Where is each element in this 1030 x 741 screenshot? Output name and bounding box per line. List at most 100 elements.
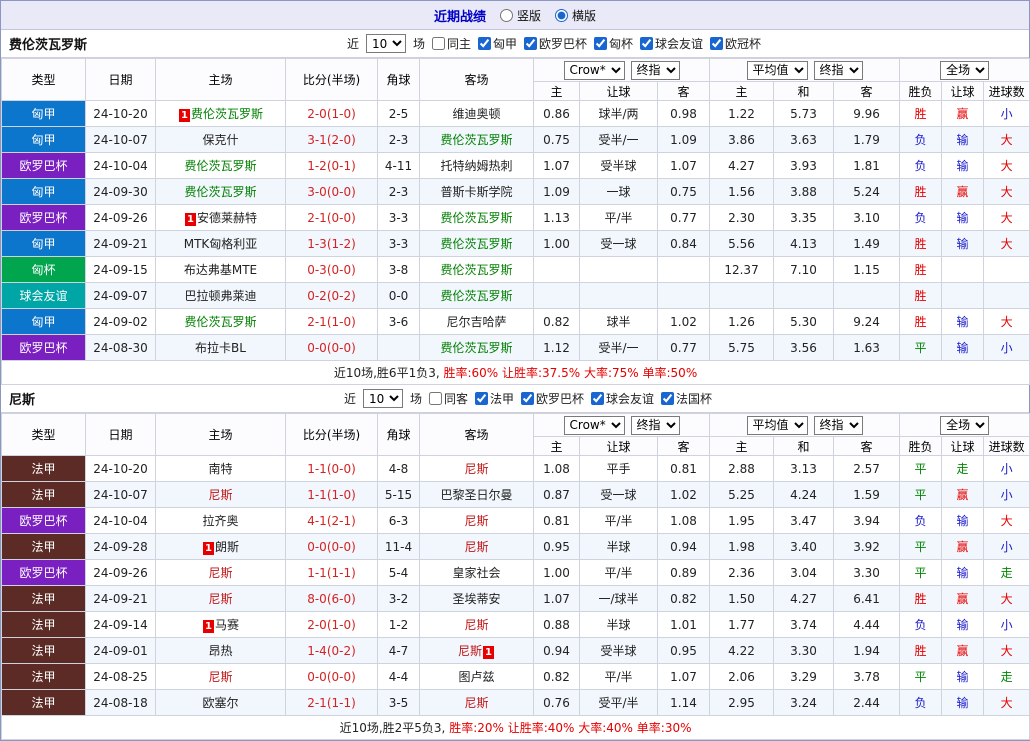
team-cell[interactable]: 尼斯: [155, 585, 286, 612]
team-cell[interactable]: 保克什: [155, 126, 286, 153]
league-filter-checkbox[interactable]: [524, 37, 537, 50]
league-filter-checkbox[interactable]: [591, 392, 605, 405]
team-cell[interactable]: 皇家社会: [419, 559, 534, 586]
league-filter[interactable]: 欧冠杯: [710, 35, 761, 52]
team-link[interactable]: MTK匈格利亚: [184, 237, 258, 251]
team-cell[interactable]: 欧塞尔: [155, 689, 286, 716]
team-cell[interactable]: 1 马赛: [155, 611, 286, 638]
team-link[interactable]: 尼斯: [458, 644, 482, 658]
team-cell[interactable]: 费伦茨瓦罗斯: [419, 126, 534, 153]
team-link[interactable]: 尼斯: [208, 488, 232, 502]
team-cell[interactable]: 昂热: [155, 637, 286, 664]
league-filter-checkbox[interactable]: [661, 392, 675, 405]
team-link[interactable]: 费伦茨瓦罗斯: [184, 159, 256, 173]
team-link[interactable]: 布拉卡BL: [195, 341, 246, 355]
league-filter-checkbox[interactable]: [477, 37, 491, 50]
team-link[interactable]: 尼斯: [464, 462, 488, 476]
league-filter[interactable]: 匈甲: [477, 35, 517, 52]
scope-select[interactable]: 全场: [940, 415, 990, 435]
league-filter-checkbox[interactable]: [475, 392, 488, 405]
team-cell[interactable]: 费伦茨瓦罗斯: [155, 152, 286, 179]
league-filter[interactable]: 欧罗巴杯: [524, 35, 587, 52]
team-link[interactable]: 皇家社会: [452, 566, 500, 580]
team-cell[interactable]: 尼斯: [155, 481, 286, 508]
team-cell[interactable]: 维迪奥顿: [419, 100, 534, 127]
team-cell[interactable]: 南特: [155, 455, 286, 482]
team-cell[interactable]: 费伦茨瓦罗斯: [419, 230, 534, 257]
league-filter-checkbox[interactable]: [594, 37, 608, 50]
layout-horizontal-radio-input[interactable]: [555, 8, 568, 22]
team-cell[interactable]: 费伦茨瓦罗斯: [419, 282, 534, 309]
team-link[interactable]: 安德莱赫特: [197, 211, 257, 225]
team-link[interactable]: 马赛: [215, 618, 239, 632]
odds-company-select[interactable]: Crow*: [563, 60, 625, 80]
team-link[interactable]: 南特: [208, 462, 232, 476]
team-link[interactable]: 费伦茨瓦罗斯: [191, 107, 263, 121]
league-filter-checkbox[interactable]: [640, 37, 654, 50]
league-filter[interactable]: 法甲: [475, 390, 514, 407]
team-link[interactable]: 费伦茨瓦罗斯: [440, 211, 512, 225]
team-link[interactable]: 托特纳姆热刺: [440, 159, 512, 173]
layout-vertical-radio[interactable]: 竖版: [499, 7, 541, 24]
team-link[interactable]: 费伦茨瓦罗斯: [184, 315, 256, 329]
team-cell[interactable]: 1 朗斯: [155, 533, 286, 560]
layout-vertical-radio-input[interactable]: [499, 8, 513, 22]
team-link[interactable]: 尼斯: [208, 566, 232, 580]
euro-source-select[interactable]: 平均值: [746, 415, 808, 435]
team-link[interactable]: 费伦茨瓦罗斯: [440, 289, 512, 303]
euro-time-select[interactable]: 终指: [813, 415, 863, 435]
team-link[interactable]: 尼尔吉哈萨: [446, 315, 506, 329]
odds-time-select[interactable]: 终指: [630, 60, 680, 80]
team-cell[interactable]: 巴黎圣日尔曼: [419, 481, 534, 508]
same-venue-filter[interactable]: 同主: [431, 35, 471, 52]
team-cell[interactable]: 布拉卡BL: [155, 334, 286, 361]
team-link[interactable]: 普斯卡斯学院: [440, 185, 512, 199]
odds-time-select[interactable]: 终指: [630, 415, 680, 435]
team-cell[interactable]: 尼斯: [419, 611, 534, 638]
team-cell[interactable]: 图卢兹: [419, 663, 534, 690]
team-cell[interactable]: 尼斯: [155, 559, 286, 586]
team-cell[interactable]: 尼斯: [419, 533, 534, 560]
euro-source-select[interactable]: 平均值: [746, 60, 808, 80]
team-link[interactable]: 尼斯: [464, 618, 488, 632]
team-link[interactable]: 巴黎圣日尔曼: [440, 488, 512, 502]
team-cell[interactable]: 尼斯: [419, 689, 534, 716]
team-cell[interactable]: 圣埃蒂安: [419, 585, 534, 612]
league-filter[interactable]: 匈杯: [594, 35, 633, 52]
team-cell[interactable]: 拉齐奥: [155, 507, 286, 534]
team-cell[interactable]: 尼斯: [419, 455, 534, 482]
team-link[interactable]: 费伦茨瓦罗斯: [440, 263, 512, 277]
team-link[interactable]: 尼斯: [464, 696, 488, 710]
team-link[interactable]: 欧塞尔: [202, 696, 238, 710]
odds-company-select[interactable]: Crow*: [563, 415, 625, 435]
team-link[interactable]: 尼斯: [208, 592, 232, 606]
team-link[interactable]: 圣埃蒂安: [452, 592, 500, 606]
team-link[interactable]: 图卢兹: [458, 670, 494, 684]
team-cell[interactable]: 尼尔吉哈萨: [419, 308, 534, 335]
league-filter[interactable]: 球会友谊: [640, 35, 703, 52]
team-link[interactable]: 费伦茨瓦罗斯: [440, 133, 512, 147]
team-cell[interactable]: 尼斯: [419, 507, 534, 534]
team-link[interactable]: 拉齐奥: [202, 514, 238, 528]
team-cell[interactable]: 布达弗基MTE: [155, 256, 286, 283]
team-link[interactable]: 朗斯: [215, 540, 239, 554]
team-cell[interactable]: MTK匈格利亚: [155, 230, 286, 257]
team-cell[interactable]: 费伦茨瓦罗斯: [155, 178, 286, 205]
league-filter-checkbox[interactable]: [710, 37, 724, 50]
team-cell[interactable]: 普斯卡斯学院: [419, 178, 534, 205]
match-count-select[interactable]: 10: [362, 389, 403, 408]
team-link[interactable]: 布达弗基MTE: [184, 263, 257, 277]
team-link[interactable]: 费伦茨瓦罗斯: [184, 185, 256, 199]
scope-select[interactable]: 全场: [940, 60, 990, 80]
match-count-select[interactable]: 10: [365, 34, 406, 53]
team-cell[interactable]: 尼斯: [155, 663, 286, 690]
team-cell[interactable]: 1 费伦茨瓦罗斯: [155, 100, 286, 127]
team-cell[interactable]: 费伦茨瓦罗斯: [419, 204, 534, 231]
team-link[interactable]: 尼斯: [464, 514, 488, 528]
same-venue-filter[interactable]: 同客: [428, 390, 468, 407]
league-filter[interactable]: 球会友谊: [591, 390, 654, 407]
team-cell[interactable]: 费伦茨瓦罗斯: [419, 334, 534, 361]
team-link[interactable]: 保克什: [202, 133, 238, 147]
team-link[interactable]: 巴拉顿弗莱迪: [184, 289, 256, 303]
team-cell[interactable]: 1 安德莱赫特: [155, 204, 286, 231]
